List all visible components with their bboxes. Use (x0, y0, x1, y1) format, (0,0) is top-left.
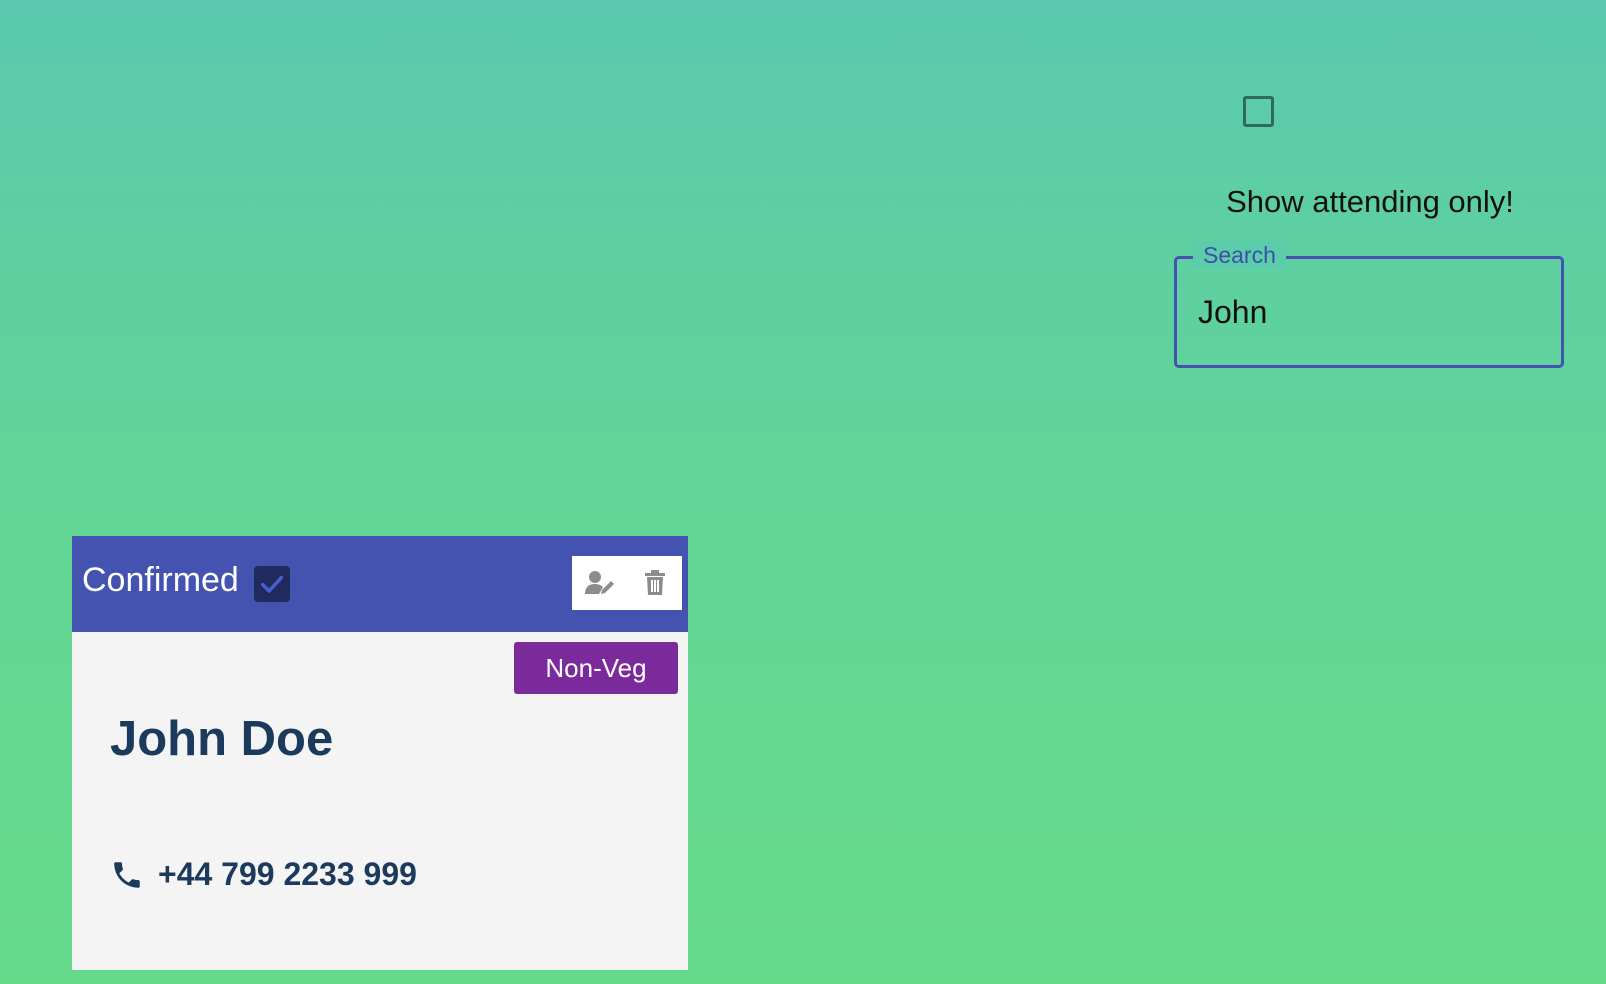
trash-icon (644, 570, 665, 595)
diet-badge: Non-Veg (514, 642, 678, 694)
phone-icon (110, 857, 146, 893)
edit-user-icon (584, 571, 614, 594)
search-label: Search (1193, 241, 1286, 269)
confirmed-checkbox[interactable] (254, 566, 290, 602)
card-actions (572, 556, 682, 610)
guest-name: John Doe (110, 712, 334, 766)
attending-only-checkbox[interactable] (1243, 96, 1274, 127)
checkmark-icon (260, 575, 284, 593)
edit-guest-button[interactable] (580, 563, 620, 603)
guest-card-header: Confirmed (72, 536, 688, 632)
phone-number: +44 799 2233 999 (158, 856, 417, 892)
guest-card: Confirmed Non-Veg John Doe +44 799 2233 … (72, 536, 688, 970)
attending-only-label: Show attending only! (1226, 184, 1514, 219)
delete-guest-button[interactable] (635, 563, 675, 603)
status-label: Confirmed (82, 561, 239, 599)
phone-row: +44 799 2233 999 (110, 856, 417, 893)
search-input[interactable] (1198, 288, 1538, 336)
